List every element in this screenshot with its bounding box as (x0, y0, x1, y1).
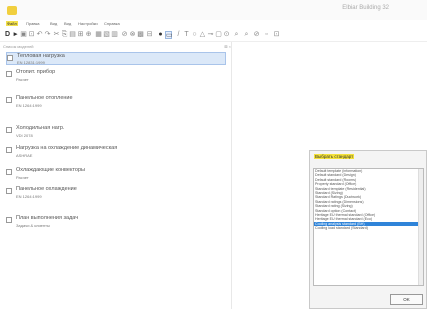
undo-icon[interactable]: ⊡ (28, 31, 35, 39)
panel-header: Список моделей ⊠ × (3, 44, 231, 51)
copy-icon[interactable]: ✂ (53, 31, 60, 39)
delete-icon[interactable]: ▤ (69, 31, 76, 39)
layers-icon[interactable]: ▦ (95, 31, 102, 39)
tree-item-title: Панельное охлаждение (16, 186, 77, 192)
title-bar: Elbiar Building 32 (0, 0, 427, 20)
menu-item-file[interactable]: Файл (6, 21, 18, 26)
arrow-icon[interactable]: / (175, 31, 182, 39)
tree-item-panel-cooling[interactable]: Панельное охлаждение EN 1264:1999 (6, 186, 226, 202)
hand-icon[interactable]: ○ (191, 31, 198, 39)
open-icon[interactable]: ▸ (12, 31, 19, 39)
tree-item-cooling-load[interactable]: Холодильная нагр. VDI 2078 (6, 125, 226, 141)
tree-item-heating-load[interactable]: Тепловая нагрузка EN 12831:1999 (6, 52, 226, 65)
document-icon (6, 188, 12, 194)
save-icon[interactable]: ▣ (20, 31, 27, 39)
panel-title: Список моделей (3, 44, 34, 49)
tree-item-title: Нагрузка на охлаждение динамическая (16, 145, 118, 151)
settings-icon[interactable]: ⊙ (223, 31, 230, 39)
tree-item-subtitle: EN 1264:1999 (16, 194, 42, 199)
document-icon (6, 147, 12, 153)
model-tree-panel: Список моделей ⊠ × Тепловая нагрузка EN … (0, 42, 232, 309)
tree-item-subtitle: Расчет (16, 77, 29, 82)
zoom-area-icon[interactable]: ⊘ (253, 31, 260, 39)
cut-icon[interactable]: ↷ (44, 31, 51, 39)
select-icon[interactable]: ⊗ (129, 31, 136, 39)
tree-item-title: Тепловая нагрузка (17, 53, 65, 59)
new-file-icon[interactable]: D (4, 31, 11, 39)
search-icon[interactable]: ⌕ (233, 31, 240, 39)
tree-item-title: План выполнения задач (16, 215, 79, 221)
pan-icon[interactable]: ⊡ (273, 31, 280, 39)
bullet-icon[interactable]: ⊘ (121, 31, 128, 39)
document-icon (6, 71, 12, 77)
tree-item-subtitle: VDI 2078 (16, 133, 33, 138)
document-icon (6, 169, 12, 175)
grid-icon[interactable]: ⊕ (85, 31, 92, 39)
document-icon (7, 55, 13, 61)
tree-item-title: Панельное отопление (16, 95, 73, 101)
document-icon (6, 97, 12, 103)
menu-item-view[interactable]: Вид (50, 21, 57, 26)
tree-item-subtitle: Расчет (16, 175, 29, 180)
toolbar: D ▸ ▣ ⊡ ↶ ↷ ✂ ⎘ ▤ ⊞ ⊕ ▦ ▧ ▥ ⊘ ⊗ ▩ ⊟ ● ▭ … (0, 29, 427, 42)
menu-item-edit[interactable]: Правка (26, 21, 40, 26)
zoom-icon[interactable]: T (183, 31, 190, 39)
tree-item-task-plan[interactable]: План выполнения задач Задачи & клиенты (6, 215, 226, 231)
menu-bar: Файл Правка Вид Вид Настройки Справка (0, 20, 427, 29)
select-standard-dialog: Выбрать стандарт Default template (infor… (309, 150, 427, 309)
menu-item-view-2[interactable]: Вид (64, 21, 71, 26)
text-icon[interactable]: ▧ (103, 31, 110, 39)
tree-item-radiator[interactable]: Отопит. прибор Расчет (6, 69, 226, 83)
redo-icon[interactable]: ↶ (36, 31, 43, 39)
print-icon[interactable]: ⊞ (77, 31, 84, 39)
tree-item-subtitle: Задачи & клиенты (16, 223, 50, 228)
tree-item-subtitle: EN 12831:1999 (17, 60, 45, 65)
standard-option[interactable]: Cooling load standard (Standard) (314, 226, 423, 230)
circle-icon[interactable]: ● (157, 31, 164, 39)
tree-item-subtitle: ASHRAE (16, 153, 33, 158)
line-icon[interactable]: ▩ (137, 31, 144, 39)
app-logo-icon (7, 6, 17, 15)
text-tool-icon[interactable]: ⊟ (146, 31, 153, 39)
tree-item-subtitle: EN 1264:1999 (16, 103, 42, 108)
panel-close-icon[interactable]: ⊠ × (224, 44, 231, 49)
magnify-icon[interactable]: ⌕ (243, 31, 250, 39)
tree-item-cooling-convectors[interactable]: Охлаждающие конвекторы Расчет (6, 167, 226, 183)
tree-item-panel-heating[interactable]: Панельное отопление EN 1264:1999 (6, 95, 226, 111)
align-icon[interactable]: ▥ (111, 31, 118, 39)
zoom-out-icon[interactable]: ⊸ (207, 31, 214, 39)
window-title: Elbiar Building 32 (342, 5, 389, 11)
menu-item-settings[interactable]: Настройки (78, 21, 98, 26)
frame-icon[interactable]: ▫ (263, 31, 270, 39)
document-icon (6, 217, 12, 223)
tree-item-title: Холодильная нагр. (16, 125, 65, 131)
paste-icon[interactable]: ⎘ (61, 31, 68, 39)
ok-button[interactable]: OK (390, 294, 423, 305)
tree-item-title: Отопит. прибор (16, 69, 56, 75)
dialog-title: Выбрать стандарт (314, 154, 355, 159)
tree-item-dynamic-cooling[interactable]: Нагрузка на охлаждение динамическая ASHR… (6, 145, 226, 161)
list-scrollbar[interactable] (418, 169, 423, 285)
document-icon (6, 127, 12, 133)
tree-item-title: Охлаждающие конвекторы (16, 167, 85, 173)
fit-icon[interactable]: ▢ (215, 31, 222, 39)
standard-list[interactable]: Default template (information) Default s… (313, 168, 424, 286)
rect-icon[interactable]: ▭ (165, 31, 173, 39)
menu-item-help[interactable]: Справка (104, 21, 120, 26)
zoom-in-icon[interactable]: △ (199, 31, 206, 39)
